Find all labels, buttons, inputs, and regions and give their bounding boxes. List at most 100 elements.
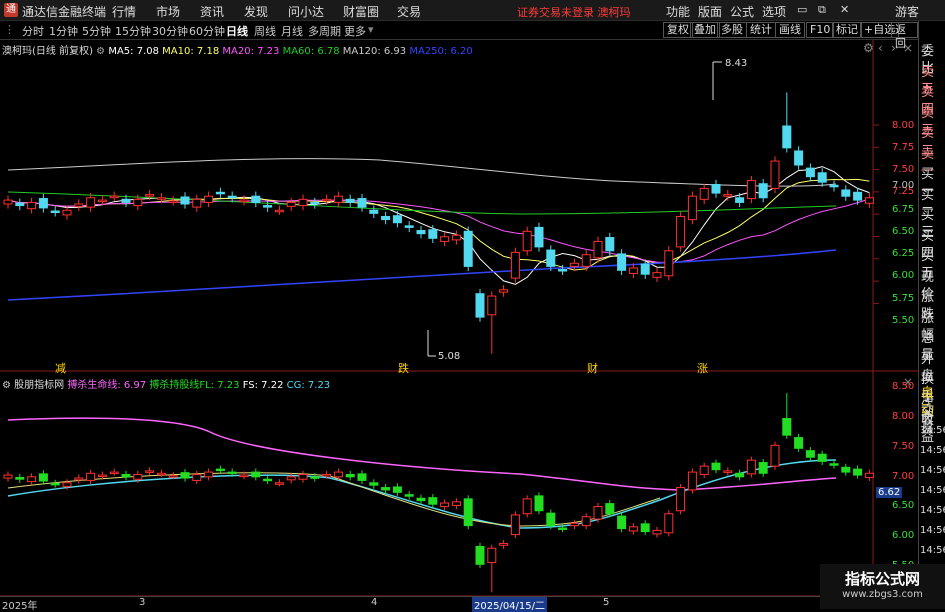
chart-next-icon[interactable]: ›: [891, 41, 896, 55]
sub-body: [770, 444, 780, 467]
tick-550: 5.50: [892, 315, 915, 326]
candle-body: [569, 262, 579, 267]
sub-body: [381, 487, 391, 491]
sub-body: [652, 529, 662, 535]
sub-body: [735, 472, 745, 478]
sub-body: [463, 498, 473, 527]
marker-cai: 财: [587, 362, 598, 375]
sub-body: [499, 542, 509, 546]
sub-body: [841, 466, 851, 473]
sub-body: [251, 471, 261, 478]
candle-body: [298, 198, 308, 207]
candle-body: [15, 202, 25, 207]
candle-body: [27, 201, 37, 210]
high-label: 8.43: [725, 58, 748, 69]
candle-body: [499, 289, 509, 293]
sub-legend: ⚙ 股朋指标网 搏杀生命线: 6.97 搏杀持股线FL: 7.23 FS: 7.…: [2, 376, 330, 391]
date-mar: 3: [139, 597, 146, 608]
life-line: [7, 417, 837, 491]
sub-tick-650: 6.50: [892, 500, 915, 511]
date-2025: 2025年: [2, 601, 38, 612]
sub-life: 搏杀生命线: 6.97: [67, 380, 147, 391]
sub-body: [853, 468, 863, 476]
date-cursor: 2025/04/15/二: [472, 597, 548, 612]
sub-body: [428, 497, 438, 505]
legend-ma250: MA250: 6.20: [409, 46, 473, 57]
sub-body: [15, 476, 25, 480]
legend-ma10: MA10: 7.18: [162, 46, 220, 57]
sub-tick-800: 8.00: [892, 411, 915, 422]
candle-body: [251, 195, 261, 203]
side-time-1: 14:56: [920, 445, 945, 456]
sub-fs: FS: 7.22: [242, 380, 284, 391]
sub-body: [605, 503, 615, 515]
sub-body: [664, 513, 674, 534]
date-apr: 4: [371, 597, 378, 608]
sub-body: [239, 474, 249, 478]
tick-600: 6.00: [892, 270, 915, 281]
sub-body: [617, 515, 627, 530]
sub-body: [322, 473, 332, 477]
fs-line: [7, 472, 661, 527]
chart-prev-icon[interactable]: ‹: [878, 41, 883, 55]
candle-body: [62, 209, 72, 216]
candle-body: [558, 269, 568, 272]
sub-body: [534, 495, 544, 512]
candle-body: [794, 150, 804, 166]
sub-body: [333, 471, 343, 478]
sub-body: [558, 527, 568, 531]
sub-body: [62, 482, 72, 487]
sub-fl: 搏杀持股线FL: 7.23: [149, 380, 240, 391]
legend-gear-icon[interactable]: ⚙: [96, 46, 105, 57]
side-time-2: 14:56: [920, 465, 945, 476]
candle-body: [263, 205, 273, 208]
date-may: 5: [603, 597, 610, 608]
tick-675: 6.75: [892, 204, 915, 215]
sub-body: [817, 453, 827, 462]
candle-body: [735, 197, 745, 203]
candle-body: [687, 195, 697, 221]
sub-body: [794, 437, 804, 449]
candle-body: [404, 225, 414, 228]
sub-body: [274, 482, 284, 485]
sub-current-value: 6.62: [876, 487, 903, 498]
sub-gear-icon[interactable]: ⚙: [2, 380, 11, 391]
kline-chart[interactable]: [0, 0, 918, 596]
sub-body: [298, 473, 308, 480]
marker-jian: 减: [55, 362, 66, 375]
legend-ma5: MA5: 7.08: [108, 46, 159, 57]
low-label: 5.08: [438, 351, 461, 362]
sub-body: [109, 471, 119, 475]
chart-settings-icon[interactable]: ⚙: [863, 41, 874, 55]
sub-body: [286, 476, 296, 481]
candle-body: [239, 199, 249, 203]
sub-body: [86, 472, 96, 481]
candle-body: [711, 184, 721, 194]
tick-775: 7.75: [892, 142, 915, 153]
candle-body: [522, 230, 532, 252]
stock-title: 澳柯玛(日线 前复权): [2, 46, 93, 57]
candle-body: [593, 240, 603, 259]
chart-close-icon[interactable]: ×: [903, 41, 913, 55]
sub-body: [628, 526, 638, 532]
side-time-6: 14:56: [920, 545, 945, 556]
sub-body: [864, 472, 874, 478]
sub-body: [3, 474, 13, 479]
candle-body: [156, 197, 166, 200]
candle-body: [381, 215, 391, 221]
sub-body: [215, 468, 225, 472]
sub-body: [687, 471, 697, 491]
side-time-5: 14:56: [920, 525, 945, 536]
candle-body: [416, 230, 426, 235]
candle-body: [322, 198, 332, 202]
sub-body: [440, 502, 450, 508]
candle-body: [310, 201, 320, 205]
sub-body: [546, 512, 556, 527]
ma250-line: [7, 249, 837, 301]
candle-body: [38, 198, 48, 209]
sub-body: [74, 477, 84, 481]
candle-body: [227, 195, 237, 199]
candle-body: [617, 253, 627, 271]
candle-body: [168, 200, 178, 203]
candle-body: [487, 295, 497, 316]
